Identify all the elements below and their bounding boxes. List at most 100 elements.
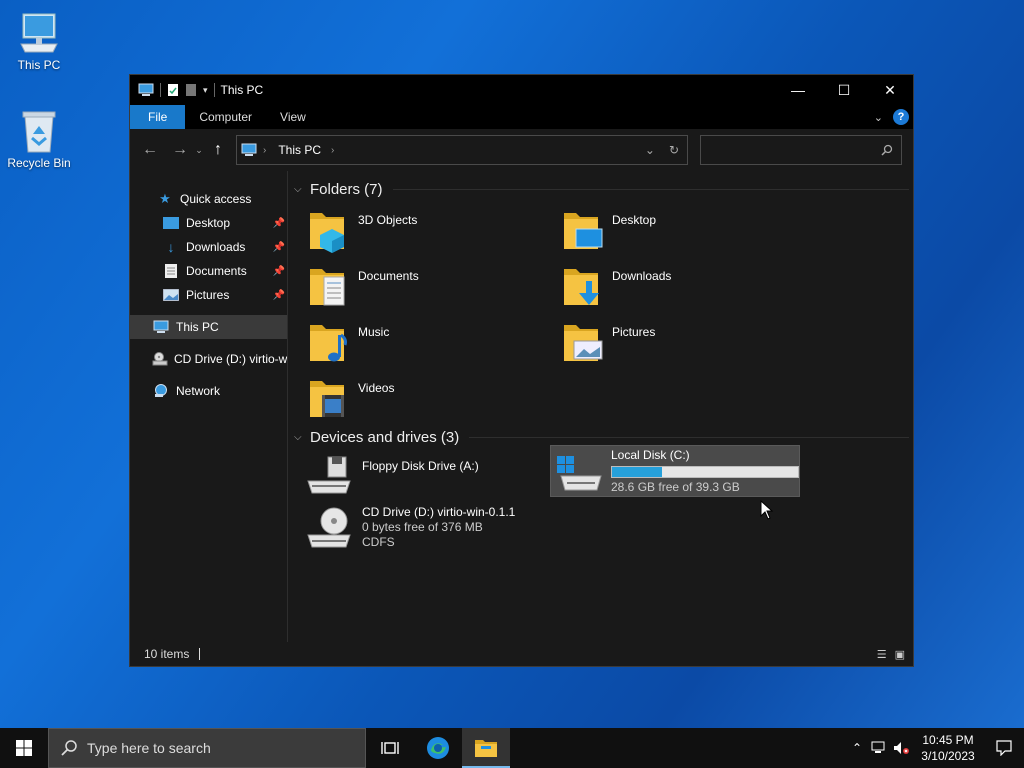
folders-grid: 3D Objects Desktop Documents Downloads M… bbox=[294, 201, 913, 427]
taskbar-search-box[interactable]: Type here to search bbox=[48, 728, 366, 768]
nav-this-pc[interactable]: This PC bbox=[130, 315, 287, 339]
drive-local-c[interactable]: Local Disk (C:) 28.6 GB free of 39.3 GB bbox=[550, 445, 800, 497]
nav-pictures[interactable]: Pictures 📌 bbox=[130, 283, 287, 307]
pin-icon: 📌 bbox=[272, 265, 285, 277]
taskbar: Type here to search ⌃ 10:45 PM 3/10/2023 bbox=[0, 728, 1024, 768]
downloads-folder-icon bbox=[564, 269, 599, 305]
navigation-pane: ★ Quick access Desktop 📌 ↓ Downloads 📌 D… bbox=[130, 171, 288, 642]
up-arrow-icon[interactable]: ↑ bbox=[206, 138, 230, 162]
address-bar[interactable]: › This PC › ⌄ ↻ bbox=[236, 135, 688, 165]
nav-network[interactable]: Network bbox=[130, 379, 287, 403]
close-button[interactable]: ✕ bbox=[867, 75, 913, 105]
edge-browser-button[interactable] bbox=[414, 728, 462, 768]
refresh-icon[interactable]: ↻ bbox=[669, 143, 679, 157]
system-tray: ⌃ 10:45 PM 3/10/2023 bbox=[846, 728, 1024, 768]
network-status-icon[interactable] bbox=[868, 741, 890, 755]
show-hidden-icons-chevron-icon[interactable]: ⌃ bbox=[846, 741, 868, 755]
folder-videos[interactable]: Videos bbox=[294, 375, 524, 427]
divider bbox=[469, 436, 909, 438]
breadcrumb-this-pc[interactable]: This PC bbox=[278, 143, 321, 157]
3d-objects-folder-icon bbox=[310, 213, 344, 253]
folder-label: Desktop bbox=[612, 213, 657, 227]
folder-icon bbox=[475, 740, 497, 757]
volume-muted-icon[interactable] bbox=[890, 741, 912, 755]
minimize-button[interactable]: — bbox=[775, 75, 821, 105]
music-folder-icon bbox=[310, 325, 347, 362]
search-icon bbox=[61, 740, 77, 756]
task-view-button[interactable] bbox=[366, 728, 414, 768]
address-dropdown-icon[interactable]: ⌄ bbox=[645, 143, 655, 157]
drive-floppy[interactable]: Floppy Disk Drive (A:) bbox=[294, 451, 534, 501]
breadcrumb-chevron-icon[interactable]: › bbox=[263, 145, 266, 156]
folder-desktop[interactable]: Desktop bbox=[548, 207, 778, 259]
folder-downloads[interactable]: Downloads bbox=[548, 263, 778, 315]
properties-icon[interactable] bbox=[167, 83, 179, 97]
windows-logo-icon bbox=[16, 740, 32, 756]
navigation-bar: ← → ⌄ ↑ › This PC › ⌄ ↻ bbox=[130, 129, 913, 171]
drive-free-space: 0 bytes free of 376 MB bbox=[362, 520, 483, 534]
folder-pictures[interactable]: Pictures bbox=[548, 319, 778, 371]
tab-computer[interactable]: Computer bbox=[185, 105, 266, 129]
help-icon[interactable]: ? bbox=[893, 109, 909, 125]
pin-icon: 📌 bbox=[272, 217, 285, 229]
nav-documents[interactable]: Documents 📌 bbox=[130, 259, 287, 283]
network-icon bbox=[152, 383, 170, 399]
tab-file[interactable]: File bbox=[130, 105, 186, 129]
folder-label: Videos bbox=[358, 381, 395, 395]
folder-label: Documents bbox=[358, 269, 419, 283]
computer-icon bbox=[241, 143, 257, 156]
status-bar: 10 items ☰ ▣ bbox=[130, 642, 913, 666]
desktop-icon-recycle-bin[interactable]: Recycle Bin bbox=[1, 108, 77, 170]
collapse-chevron-icon[interactable]: ⌵ bbox=[294, 432, 310, 443]
desktop-icon-this-pc[interactable]: This PC bbox=[1, 10, 77, 72]
ribbon-tabs: File Computer View ⌄ ? bbox=[130, 105, 913, 129]
nav-desktop[interactable]: Desktop 📌 bbox=[130, 211, 287, 235]
recent-locations-chevron-icon[interactable]: ⌄ bbox=[192, 138, 206, 162]
disk-usage-bar bbox=[611, 466, 799, 478]
maximize-button[interactable]: ☐ bbox=[821, 75, 867, 105]
folder-music[interactable]: Music bbox=[294, 319, 524, 371]
nav-label: Downloads bbox=[186, 240, 246, 254]
drive-label: Floppy Disk Drive (A:) bbox=[362, 459, 479, 473]
edge-icon bbox=[427, 737, 449, 759]
divider bbox=[392, 188, 909, 190]
group-title: Devices and drives (3) bbox=[310, 428, 460, 446]
clock[interactable]: 10:45 PM 3/10/2023 bbox=[912, 732, 984, 764]
nav-label: CD Drive (D:) virtio-w bbox=[174, 352, 288, 366]
large-icons-view-icon[interactable]: ▣ bbox=[895, 648, 905, 661]
desktop-icon bbox=[162, 215, 180, 231]
expand-ribbon-icon[interactable]: ⌄ bbox=[874, 111, 883, 124]
download-icon: ↓ bbox=[167, 239, 175, 255]
search-icon bbox=[881, 144, 893, 156]
search-input[interactable] bbox=[700, 135, 902, 165]
title-bar[interactable]: ▾ This PC — ☐ ✕ bbox=[130, 75, 913, 105]
file-explorer-button[interactable] bbox=[462, 728, 510, 768]
forward-arrow-icon[interactable]: → bbox=[168, 138, 192, 162]
folder-label: Pictures bbox=[612, 325, 656, 339]
folder-label: Downloads bbox=[612, 269, 672, 283]
star-icon: ★ bbox=[159, 191, 171, 206]
collapse-chevron-icon[interactable]: ⌵ bbox=[294, 184, 310, 195]
notifications-button[interactable] bbox=[984, 728, 1024, 768]
nav-cd-drive[interactable]: CD Drive (D:) virtio-w bbox=[130, 347, 287, 371]
drive-cd-d[interactable]: CD Drive (D:) virtio-win-0.1.1 0 bytes f… bbox=[294, 505, 534, 561]
quick-access-toolbar: ▾ bbox=[138, 83, 215, 97]
pictures-icon bbox=[162, 287, 180, 303]
desktop-icon-label: This PC bbox=[17, 58, 61, 72]
start-button[interactable] bbox=[0, 728, 48, 768]
folders-group-header[interactable]: ⌵ Folders (7) bbox=[294, 177, 913, 201]
new-folder-icon[interactable] bbox=[185, 83, 197, 97]
folder-documents[interactable]: Documents bbox=[294, 263, 524, 315]
nav-label: Pictures bbox=[186, 288, 230, 302]
drives-grid: Floppy Disk Drive (A:) Local Disk (C:) 2… bbox=[294, 445, 913, 589]
back-arrow-icon[interactable]: ← bbox=[138, 138, 162, 162]
folder-3d-objects[interactable]: 3D Objects bbox=[294, 207, 524, 259]
nav-downloads[interactable]: ↓ Downloads 📌 bbox=[130, 235, 287, 259]
details-view-icon[interactable]: ☰ bbox=[877, 648, 887, 661]
breadcrumb-chevron-icon[interactable]: › bbox=[331, 145, 334, 156]
customize-toolbar-icon[interactable]: ▾ bbox=[203, 85, 208, 96]
tab-view[interactable]: View bbox=[266, 105, 320, 129]
nav-label: Documents bbox=[186, 264, 247, 278]
nav-quick-access[interactable]: ★ Quick access bbox=[130, 187, 287, 211]
status-divider bbox=[199, 648, 201, 660]
